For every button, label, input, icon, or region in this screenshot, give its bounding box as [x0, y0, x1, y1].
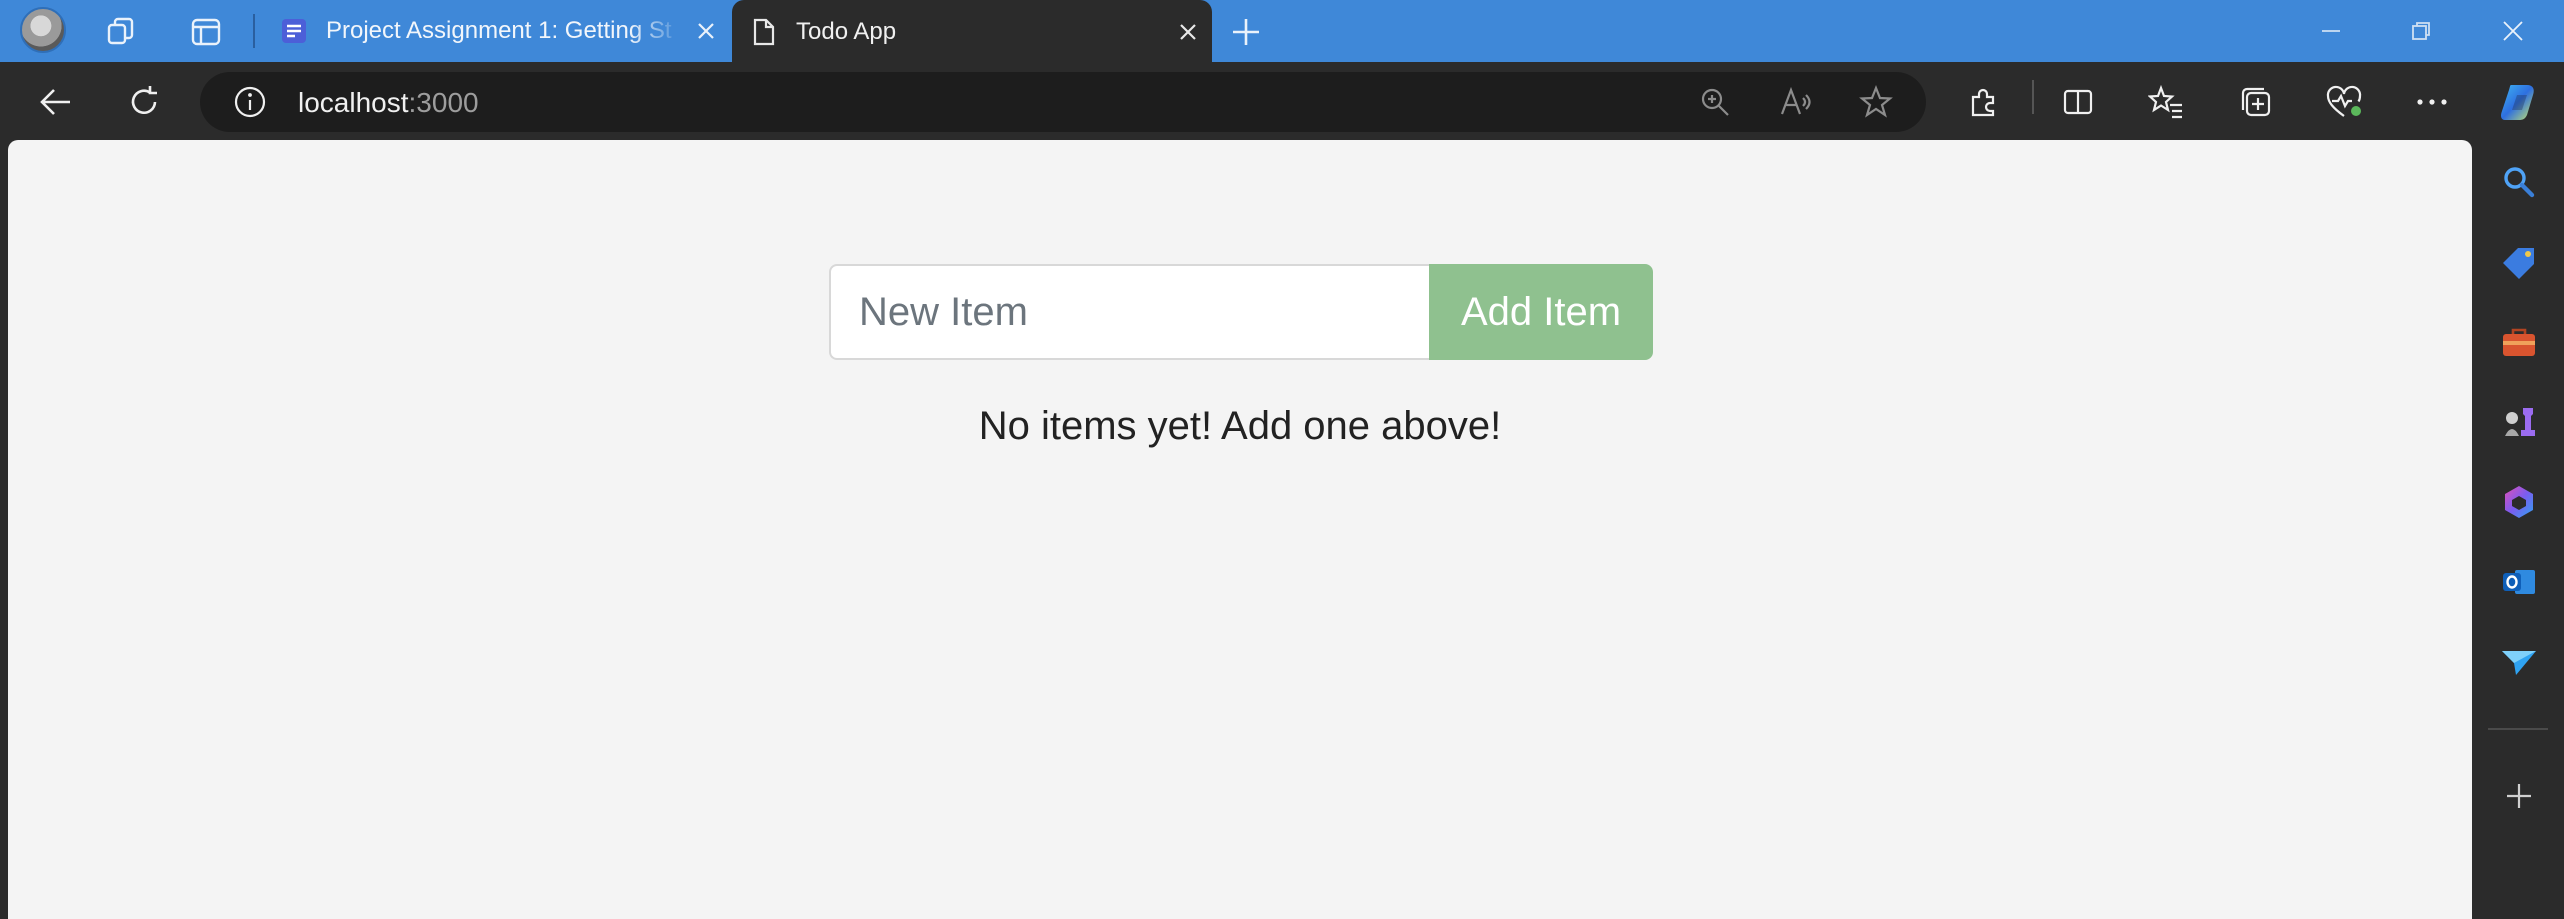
copilot-icon[interactable]	[2494, 76, 2546, 128]
site-info-icon[interactable]	[226, 78, 274, 126]
tools-briefcase-icon[interactable]	[2495, 318, 2543, 366]
doc-lines-icon	[280, 17, 308, 45]
address-bar[interactable]: localhost:3000	[200, 72, 1926, 132]
search-icon[interactable]	[2495, 158, 2543, 206]
read-aloud-icon[interactable]	[1772, 78, 1820, 126]
add-item-form: Add Item	[829, 264, 1661, 360]
url-port: :3000	[408, 87, 479, 118]
close-window-icon[interactable]	[2468, 0, 2558, 62]
restore-icon[interactable]	[2376, 0, 2466, 62]
extensions-icon[interactable]	[1958, 76, 2010, 128]
more-options-icon[interactable]	[2406, 76, 2458, 128]
tab-title: Todo App	[796, 18, 897, 45]
close-icon[interactable]	[1164, 8, 1212, 56]
sidebar-separator	[2488, 728, 2548, 730]
url-text[interactable]: localhost:3000	[298, 87, 479, 119]
favorite-star-icon[interactable]	[1852, 78, 1900, 126]
workspaces-icon[interactable]	[100, 10, 144, 54]
browser-essentials-icon[interactable]	[2318, 76, 2370, 128]
outlook-icon[interactable]	[2495, 558, 2543, 606]
collections-icon[interactable]	[2230, 76, 2282, 128]
shopping-tag-icon[interactable]	[2495, 238, 2543, 286]
page-viewport: Add Item No items yet! Add one above!	[8, 140, 2472, 919]
microsoft-365-icon[interactable]	[2495, 478, 2543, 526]
empty-list-message: No items yet! Add one above!	[978, 404, 1502, 448]
vertical-tabs-icon[interactable]	[184, 10, 228, 54]
toolbar-separator	[2032, 80, 2034, 114]
tab-todo-app[interactable]: Todo App	[732, 0, 1212, 64]
favorites-icon[interactable]	[2140, 76, 2192, 128]
browser-toolbar: localhost:3000	[0, 62, 2564, 142]
browser-tab-bar: Project Assignment 1: Getting St Todo Ap…	[0, 0, 2564, 64]
add-sidebar-app-icon[interactable]	[2495, 772, 2543, 820]
back-arrow-icon[interactable]	[30, 76, 82, 128]
games-icon[interactable]	[2495, 398, 2543, 446]
refresh-icon[interactable]	[118, 76, 170, 128]
profile-avatar[interactable]	[20, 7, 66, 53]
send-drop-icon[interactable]	[2495, 638, 2543, 686]
url-host: localhost	[298, 87, 409, 118]
page-icon	[750, 18, 778, 46]
minimize-icon[interactable]	[2286, 0, 2376, 62]
edge-sidebar	[2474, 142, 2564, 919]
tab-separator	[253, 14, 255, 48]
split-screen-icon[interactable]	[2052, 76, 2104, 128]
new-item-input[interactable]	[829, 264, 1429, 360]
add-item-button[interactable]: Add Item	[1429, 264, 1653, 360]
tab-project-assignment[interactable]: Project Assignment 1: Getting St	[262, 0, 730, 62]
new-tab-icon[interactable]	[1224, 10, 1268, 54]
zoom-icon[interactable]	[1691, 78, 1739, 126]
close-icon[interactable]	[682, 7, 730, 55]
tab-title: Project Assignment 1: Getting St	[326, 17, 672, 44]
